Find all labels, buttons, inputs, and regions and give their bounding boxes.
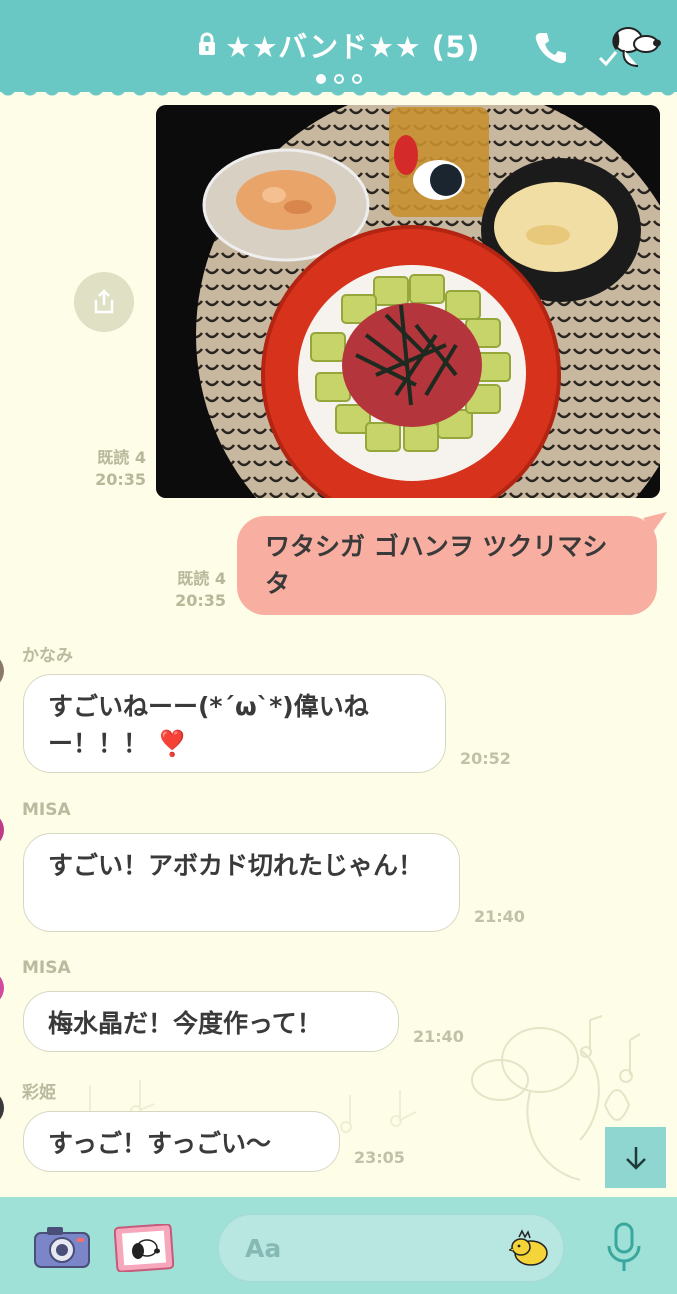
message-bubble[interactable]: すっご！すっごい〜 bbox=[23, 1111, 340, 1172]
message-time: 23:05 bbox=[354, 1148, 405, 1167]
sender-name: MISA bbox=[22, 800, 71, 820]
arrow-down-icon bbox=[625, 1146, 646, 1170]
snoopy-menu-icon[interactable] bbox=[598, 20, 662, 74]
avatar[interactable] bbox=[0, 970, 4, 1006]
message-text: すっご！すっごい〜 bbox=[48, 1129, 272, 1158]
chat-title[interactable]: ★★バンド★★ (5) bbox=[0, 24, 677, 66]
message-time: 21:40 bbox=[413, 1027, 464, 1046]
food-photo[interactable] bbox=[156, 105, 660, 498]
camera-icon[interactable] bbox=[33, 1225, 91, 1271]
message-input[interactable]: Aa bbox=[217, 1213, 565, 1283]
chat-header: ★★バンド★★ (5) bbox=[0, 0, 677, 98]
read-receipt: 既読 4 bbox=[97, 448, 146, 467]
chat-title-text: ★★バンド★★ (5) bbox=[225, 30, 480, 64]
phone-call-icon[interactable] bbox=[533, 30, 569, 70]
woodstock-sticker-icon[interactable] bbox=[509, 1227, 553, 1269]
lock-icon bbox=[197, 29, 217, 63]
microphone-icon[interactable] bbox=[604, 1222, 644, 1274]
message-time: 20:52 bbox=[460, 749, 511, 768]
photo-album-icon[interactable] bbox=[114, 1224, 174, 1272]
sender-name: かなみ bbox=[22, 646, 73, 666]
bubble-tail bbox=[643, 512, 667, 532]
message-time: 20:35 bbox=[95, 470, 146, 489]
share-icon[interactable] bbox=[74, 272, 134, 332]
message-bubble[interactable]: すごい！アボカド切れたじゃん！ bbox=[23, 833, 460, 932]
page-indicator bbox=[0, 69, 677, 88]
sender-name: 彩姫 bbox=[22, 1083, 56, 1103]
message-text: すごい！アボカド切れたじゃん！ bbox=[48, 851, 424, 880]
scroll-to-bottom-button[interactable] bbox=[605, 1127, 666, 1188]
read-receipt: 既読 4 bbox=[177, 569, 226, 588]
avatar[interactable] bbox=[0, 1090, 4, 1126]
message-text: 梅水晶だ！今度作って！ bbox=[48, 1009, 322, 1038]
input-placeholder: Aa bbox=[245, 1234, 282, 1263]
message-time: 20:35 bbox=[175, 591, 226, 610]
page-dot bbox=[315, 74, 326, 84]
message-bubble[interactable]: 梅水晶だ！今度作って！ bbox=[23, 991, 399, 1052]
page-dot bbox=[351, 74, 362, 84]
message-bubble[interactable]: すごいねーー(*´ω`*)偉いねー！！！ ❣️ bbox=[23, 674, 446, 773]
avatar[interactable] bbox=[0, 653, 4, 689]
sender-name: MISA bbox=[22, 958, 71, 978]
message-text: すごいねーー(*´ω`*)偉いねー！！！ ❣️ bbox=[48, 692, 369, 758]
message-time: 21:40 bbox=[474, 907, 525, 926]
photo-meta: 既読 4 20:35 bbox=[60, 447, 146, 491]
message-text: ワタシガ ゴハンヲ ツクリマシタ bbox=[265, 532, 608, 598]
page-dot bbox=[333, 74, 344, 84]
my-message-meta: 既読 4 20:35 bbox=[136, 568, 226, 612]
avatar[interactable] bbox=[0, 812, 4, 848]
my-message-bubble[interactable]: ワタシガ ゴハンヲ ツクリマシタ bbox=[237, 516, 657, 615]
